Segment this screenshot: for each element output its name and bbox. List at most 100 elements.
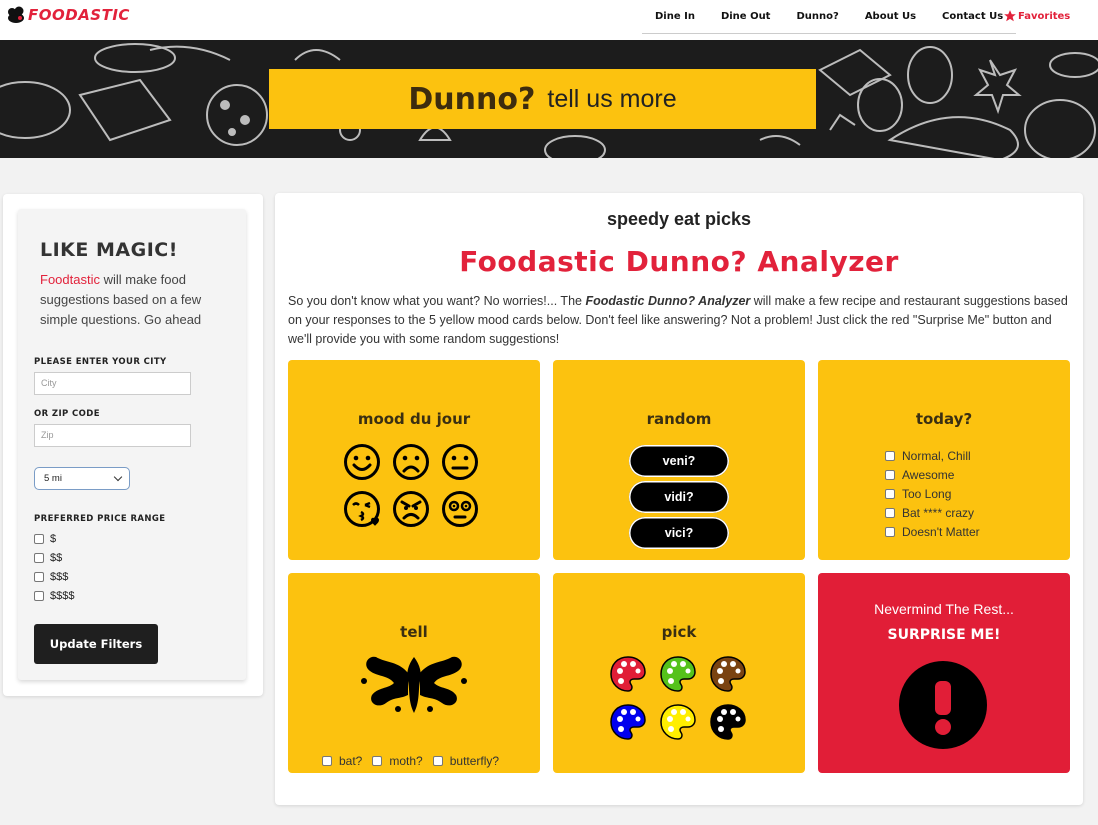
surprise-me-button[interactable] [899, 661, 987, 749]
neutral-face-icon[interactable] [441, 443, 479, 481]
price-label: $ [50, 533, 57, 545]
surprise-card[interactable]: Nevermind The Rest... SURPRISE ME! [818, 573, 1070, 773]
tell-option[interactable]: moth? [372, 754, 423, 768]
tell-card-title: tell [400, 623, 428, 641]
mood-card: mood du jour [288, 360, 540, 560]
filter-panel: LIKE MAGIC! Foodtastic will make food su… [18, 209, 246, 680]
desc-bold: Foodastic Dunno? Analyzer [585, 294, 751, 308]
today-checkbox[interactable] [885, 489, 895, 499]
distance-value: 5 mi [44, 473, 62, 484]
nav-dine-in[interactable]: Dine In [642, 0, 708, 33]
today-option[interactable]: Normal, Chill [885, 449, 971, 463]
brand-name: FOODASTIC [28, 6, 130, 24]
nav-links: Dine In Dine Out Dunno? About Us Contact… [642, 0, 1017, 34]
angry-face-icon[interactable] [392, 490, 430, 528]
tell-card: tell bat? moth? butterfly? [288, 573, 540, 773]
tell-options: bat? moth? butterfly? [322, 754, 499, 768]
mood-emoji-grid [343, 443, 479, 528]
veni-button[interactable]: veni? [629, 445, 729, 477]
palette-icon[interactable] [609, 703, 647, 741]
price-checkbox[interactable] [34, 572, 44, 582]
price-checkbox[interactable] [34, 553, 44, 563]
price-label: $$ [50, 552, 63, 564]
smile-face-icon[interactable] [343, 443, 381, 481]
today-option-label: Normal, Chill [902, 449, 971, 463]
zip-input[interactable]: Zip [34, 424, 191, 447]
tell-checkbox[interactable] [432, 756, 443, 766]
desc-part: So you don't know what you want? No worr… [288, 294, 586, 308]
today-card-title: today? [915, 410, 973, 428]
palette-icon[interactable] [709, 655, 747, 693]
inkblot-icon [361, 656, 467, 713]
tell-option[interactable]: bat? [322, 754, 362, 768]
surprise-line1: Nevermind The Rest... [874, 601, 1014, 617]
nav-dine-out[interactable]: Dine Out [708, 0, 784, 33]
today-checkbox[interactable] [885, 508, 895, 518]
sidebar-description: Foodtastic will make food suggestions ba… [40, 270, 215, 330]
price-range-label: PREFERRED PRICE RANGE [34, 514, 166, 524]
tell-option[interactable]: butterfly? [432, 754, 500, 768]
distance-select[interactable]: 5 mi [34, 467, 130, 490]
city-input[interactable]: City [34, 372, 191, 395]
frown-face-icon[interactable] [392, 443, 430, 481]
update-filters-button[interactable]: Update Filters [34, 624, 158, 664]
nav-dunno[interactable]: Dunno? [783, 0, 851, 33]
filter-sidebar: LIKE MAGIC! Foodtastic will make food su… [3, 194, 263, 696]
section-kicker: speedy eat picks [606, 209, 752, 229]
today-option[interactable]: Doesn't Matter [885, 525, 980, 539]
star-icon [1004, 10, 1016, 22]
price-label: $$$$ [50, 590, 75, 602]
vici-button[interactable]: vici? [629, 517, 729, 549]
random-card-title: random [646, 410, 712, 428]
price-option[interactable]: $$$$ [34, 590, 74, 602]
today-option[interactable]: Too Long [885, 487, 951, 501]
today-option-label: Doesn't Matter [902, 525, 980, 539]
price-option[interactable]: $ [34, 533, 56, 545]
city-label: PLEASE ENTER YOUR CITY [34, 357, 167, 367]
kiss-face-icon[interactable] [343, 490, 381, 528]
hero-title: Dunno? [408, 81, 536, 117]
price-checkbox[interactable] [34, 591, 44, 601]
today-option[interactable]: Bat **** crazy [885, 506, 974, 520]
nav-about-us[interactable]: About Us [852, 0, 929, 33]
top-navbar: FOODASTIC Dine In Dine Out Dunno? About … [0, 0, 1098, 40]
pick-card: pick [553, 573, 805, 773]
random-card: random veni? vidi? vici? [553, 360, 805, 560]
today-option-label: Too Long [902, 487, 952, 501]
palette-icon[interactable] [659, 655, 697, 693]
today-card: today? Normal, Chill Awesome Too Long Ba… [818, 360, 1070, 560]
tell-checkbox[interactable] [322, 756, 332, 766]
favorites-label: Favorites [1018, 10, 1071, 22]
vidi-button[interactable]: vidi? [629, 481, 729, 513]
flushed-face-icon[interactable] [441, 490, 479, 528]
price-option[interactable]: $$ [34, 552, 62, 564]
site-logo[interactable]: FOODASTIC [6, 6, 130, 24]
today-option-label: Bat **** crazy [902, 506, 975, 520]
page-title: Foodastic Dunno? Analyzer [459, 245, 899, 278]
today-checkbox[interactable] [885, 470, 895, 480]
tell-option-label: butterfly? [449, 754, 500, 768]
palette-icon[interactable] [609, 655, 647, 693]
tell-option-label: moth? [389, 754, 423, 768]
mood-card-title: mood du jour [357, 410, 471, 428]
surprise-me-label: SURPRISE ME! [887, 627, 1001, 643]
today-option[interactable]: Awesome [885, 468, 954, 482]
palette-icon[interactable] [659, 703, 697, 741]
chef-hat-icon [8, 6, 24, 23]
hero-banner: Dunno? tell us more [0, 40, 1098, 158]
today-checkbox[interactable] [885, 527, 895, 537]
chevron-down-icon [113, 472, 123, 482]
zip-label: OR ZIP CODE [34, 409, 100, 419]
palette-grid [609, 655, 747, 741]
today-checkbox[interactable] [885, 451, 895, 461]
tell-option-label: bat? [339, 754, 363, 768]
hero-title-box: Dunno? tell us more [269, 69, 816, 129]
price-option[interactable]: $$$ [34, 571, 68, 583]
today-option-label: Awesome [902, 468, 955, 482]
tell-checkbox[interactable] [372, 756, 383, 766]
nav-favorites[interactable]: Favorites [1003, 9, 1070, 23]
palette-icon[interactable] [709, 703, 747, 741]
sidebar-brand-word: Foodtastic [40, 272, 100, 287]
price-checkbox[interactable] [34, 534, 44, 544]
exclamation-icon [935, 681, 951, 735]
